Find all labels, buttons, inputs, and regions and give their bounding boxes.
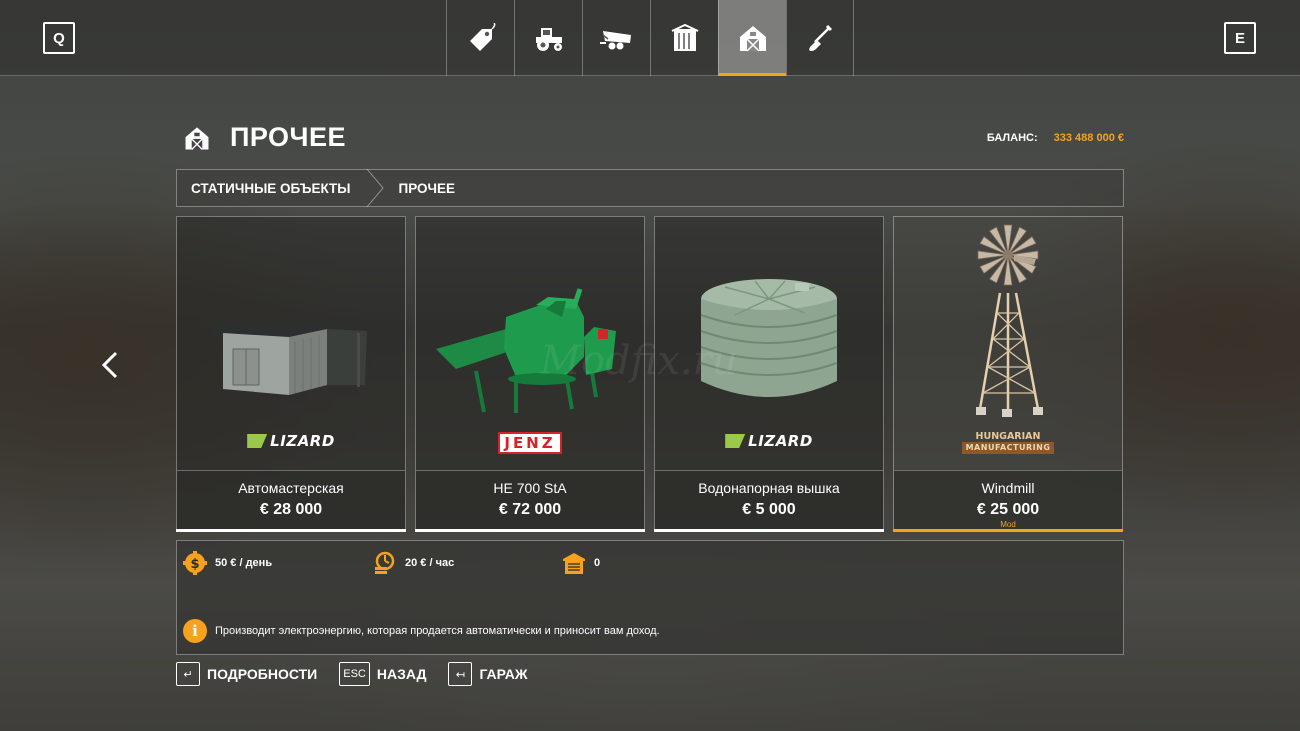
balance-value: 333 488 000 € (1053, 132, 1124, 144)
item-name: HE 700 StA (493, 480, 567, 496)
details-label: ПОДРОБНОСТИ (207, 666, 318, 682)
mod-tag: Mod (1000, 520, 1016, 529)
item-price: € 5 000 (742, 501, 796, 518)
category-tabs (446, 0, 854, 76)
svg-text:$: $ (190, 557, 199, 572)
page-header: ПРОЧЕЕ (182, 122, 346, 153)
action-bar: ↵ ПОДРОБНОСТИ ESC НАЗАД ↤ ГАРАЖ (176, 662, 528, 686)
item-description: i Производит электроэнергию, которая про… (183, 619, 660, 643)
back-label: НАЗАД (376, 666, 427, 682)
tab-buildings[interactable] (650, 0, 718, 76)
card-underline (176, 529, 406, 532)
price-tag-icon (469, 23, 495, 51)
top-bar: Q E (0, 0, 1300, 76)
item-price: € 25 000 (976, 501, 1040, 518)
tab-trailers[interactable] (582, 0, 650, 76)
lizard-logo-icon (247, 434, 268, 448)
income-value: 20 € / час (405, 557, 455, 569)
brand-logo-lizard: LIZARD (177, 432, 405, 450)
item-info: Автомастерская € 28 000 (177, 470, 405, 530)
tab-tools[interactable] (786, 0, 854, 76)
money-cog-icon: $ (183, 551, 207, 575)
item-name: Автомастерская (238, 480, 344, 496)
trailer-icon (599, 31, 631, 50)
card-underline (415, 529, 645, 532)
next-category-key[interactable]: E (1224, 22, 1256, 54)
brand-name: LIZARD (270, 432, 335, 450)
brand-logo-hungarian: HUNGARIAN MANUFACTURING (894, 432, 1122, 454)
income-attribute: 20 € / час (373, 551, 454, 575)
item-info: HE 700 StA € 72 000 (416, 470, 644, 530)
breadcrumb-static-objects[interactable]: СТАТИЧНЫЕ ОБЪЕКТЫ (177, 170, 365, 206)
description-text: Производит электроэнергию, которая прода… (215, 625, 660, 637)
placeable-building-icon (671, 23, 698, 51)
item-card-workshop[interactable]: LIZARD Автомастерская € 28 000 (176, 216, 406, 532)
brand-name: JENZ (498, 432, 562, 454)
item-info: Windmill € 25 000 Mod (894, 470, 1122, 530)
item-price: € 72 000 (498, 501, 562, 518)
garage-button[interactable]: ↤ ГАРАЖ (448, 662, 528, 686)
item-name: Водонапорная вышка (698, 480, 840, 496)
info-icon: i (183, 619, 207, 643)
tractor-icon (535, 28, 562, 51)
tab-sales[interactable] (446, 0, 514, 76)
item-card-windmill[interactable]: HUNGARIAN MANUFACTURING Windmill € 25 00… (893, 216, 1123, 532)
barn-icon (185, 126, 209, 150)
balance: БАЛАНС: 333 488 000 € (987, 132, 1124, 144)
item-price: € 28 000 (259, 501, 323, 518)
item-details-panel: $ 50 € / день 20 € / час 0 i Производит … (176, 540, 1124, 655)
brand-logo-lizard: LIZARD (655, 432, 883, 450)
watermark: Modfix.ru (540, 338, 738, 384)
item-name: Windmill (981, 480, 1035, 496)
brand-name-line1: HUNGARIAN (975, 431, 1041, 442)
esc-key-icon: ESC (339, 662, 370, 686)
brand-name-line2: MANUFACTURING (961, 442, 1055, 454)
garage-label: ГАРАЖ (479, 666, 528, 682)
page-title: ПРОЧЕЕ (230, 122, 347, 152)
upkeep-value: 50 € / день (215, 557, 273, 569)
backspace-key-icon: ↤ (448, 662, 473, 686)
card-underline (654, 529, 884, 532)
breadcrumb-misc[interactable]: ПРОЧЕЕ (385, 170, 470, 206)
storage-shed-icon (563, 553, 585, 574)
balance-label: БАЛАНС: (986, 132, 1038, 144)
capacity-value: 0 (594, 557, 601, 569)
upkeep-attribute: $ 50 € / день (183, 551, 272, 575)
brand-name: LIZARD (748, 432, 813, 450)
capacity-attribute: 0 (562, 551, 600, 575)
income-coins-icon (375, 551, 395, 574)
lizard-logo-icon (725, 434, 746, 448)
chevron-left-icon[interactable] (98, 350, 122, 380)
brand-logo-jenz: JENZ (416, 432, 644, 454)
details-button[interactable]: ↵ ПОДРОБНОСТИ (176, 662, 317, 686)
breadcrumb: СТАТИЧНЫЕ ОБЪЕКТЫ ПРОЧЕЕ (176, 169, 1124, 207)
enter-key-icon: ↵ (176, 662, 200, 686)
item-info: Водонапорная вышка € 5 000 (655, 470, 883, 530)
card-underline-selected (893, 529, 1123, 532)
tab-misc[interactable] (718, 0, 786, 76)
tab-tractors[interactable] (514, 0, 582, 76)
breadcrumb-separator-icon (366, 169, 384, 207)
shovel-icon (809, 24, 833, 51)
back-button[interactable]: ESC НАЗАД (339, 662, 426, 686)
prev-category-key[interactable]: Q (43, 22, 75, 54)
barn-icon (739, 26, 766, 52)
